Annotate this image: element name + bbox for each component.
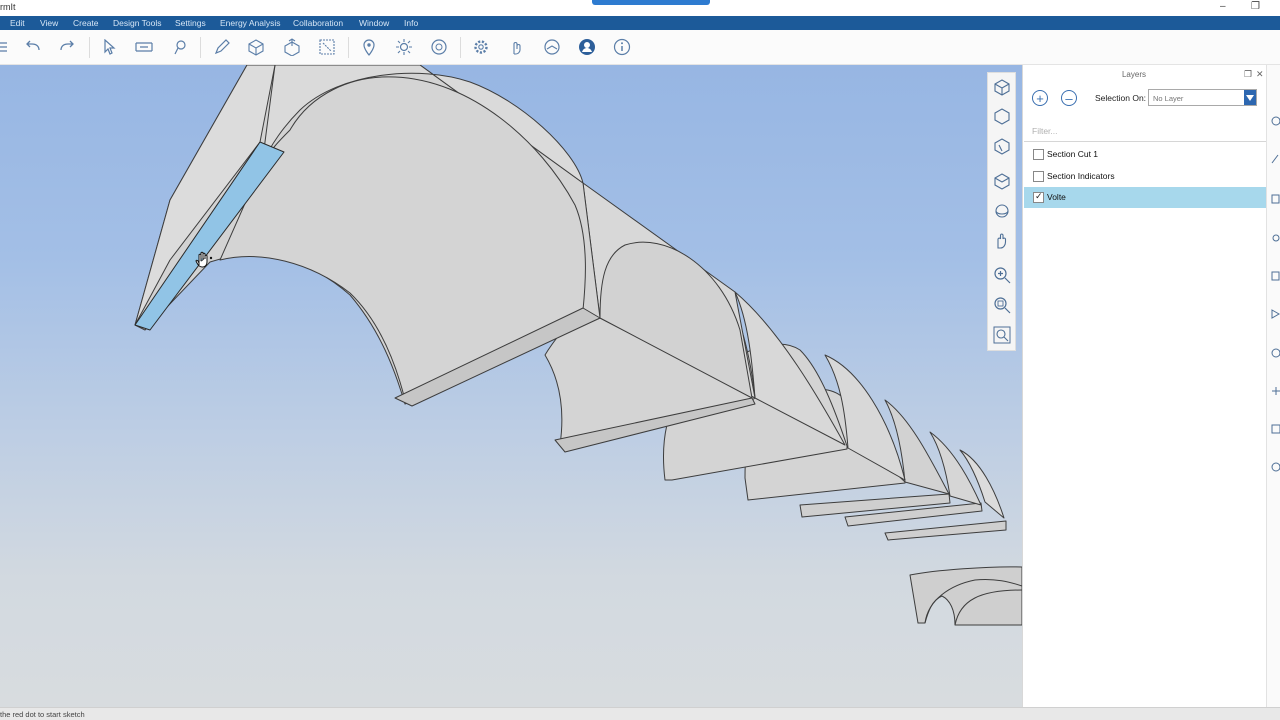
layer-row-selected[interactable]: Volte [1024, 187, 1266, 208]
toolbar-separator [200, 37, 201, 58]
status-hint: the red dot to start sketch [0, 710, 85, 719]
layers-panel-title: Layers [1121, 70, 1146, 79]
filter-placeholder: Filter... [1032, 126, 1058, 136]
menu-bar: Edit View Create Design Tools Settings E… [0, 16, 1280, 30]
layer-row[interactable]: Section Cut 1 [1024, 144, 1266, 165]
main-toolbar [0, 30, 1280, 65]
toolbar-separator [460, 37, 461, 58]
panel-tab-icon[interactable] [1270, 153, 1280, 165]
menu-settings[interactable]: Settings [175, 18, 206, 28]
cube-iso-icon[interactable] [992, 106, 1012, 126]
title-bar: rmIt – ❐ [0, 0, 1280, 16]
layer-visibility-checkbox[interactable] [1033, 171, 1044, 182]
cube-section-icon[interactable] [992, 136, 1012, 156]
extrude-icon[interactable] [281, 37, 303, 57]
pencil-icon[interactable] [211, 37, 233, 57]
zoom-window-icon[interactable] [992, 295, 1012, 315]
menu-design-tools[interactable]: Design Tools [113, 18, 162, 28]
menu-icon[interactable] [0, 37, 14, 57]
layers-panel: Layers ❐ ✕ + – Selection On: No Layer Fi… [1022, 65, 1267, 707]
toolbar-separator [348, 37, 349, 58]
panel-tab-icon[interactable] [1270, 232, 1280, 244]
layer-filter-input[interactable]: Filter... [1024, 120, 1266, 142]
vault-model[interactable] [0, 65, 1022, 707]
panel-tab-icon[interactable] [1270, 115, 1280, 127]
account-icon[interactable] [576, 37, 598, 57]
app-title: rmIt [0, 2, 16, 12]
3d-settings-icon[interactable] [428, 37, 450, 57]
info-icon[interactable] [611, 37, 633, 57]
menu-view[interactable]: View [40, 18, 58, 28]
gear-icon[interactable] [470, 37, 492, 57]
layer-visibility-checkbox[interactable] [1033, 149, 1044, 160]
zoom-in-icon[interactable] [992, 265, 1012, 285]
panel-tab-icon[interactable] [1270, 461, 1280, 473]
menu-window[interactable]: Window [359, 18, 389, 28]
menu-create[interactable]: Create [73, 18, 99, 28]
menu-collaboration[interactable]: Collaboration [293, 18, 343, 28]
measure-icon[interactable] [133, 37, 155, 57]
panel-tab-icon[interactable] [1270, 193, 1280, 205]
cube-top-icon[interactable] [992, 77, 1012, 97]
minimize-icon[interactable]: – [1220, 1, 1226, 12]
sun-icon[interactable] [393, 37, 415, 57]
panel-tab-icon[interactable] [1270, 270, 1280, 282]
push-pull-icon[interactable] [245, 37, 267, 57]
vault-segment-far [884, 520, 1007, 541]
toolbar-separator [89, 37, 90, 58]
view-tools-strip [987, 72, 1016, 351]
app-window: rmIt – ❐ Edit View Create Design Tools S… [0, 0, 1280, 720]
chevron-down-icon[interactable] [1244, 90, 1256, 105]
select-icon[interactable] [98, 37, 120, 57]
redo-icon[interactable] [56, 37, 78, 57]
panel-tab-icon[interactable] [1270, 347, 1280, 359]
panel-tab-icon[interactable] [1270, 308, 1280, 320]
selection-on-label: Selection On: [1095, 93, 1147, 103]
right-panel-tabs [1266, 65, 1280, 707]
menu-info[interactable]: Info [404, 18, 418, 28]
menu-energy-analysis[interactable]: Energy Analysis [220, 18, 280, 28]
selection-layer-dropdown[interactable]: No Layer [1148, 89, 1257, 106]
layer-row[interactable]: Section Indicators [1024, 166, 1266, 187]
zoom-extents-icon[interactable] [992, 325, 1012, 345]
status-bar: the red dot to start sketch [0, 707, 1280, 720]
panel-tab-icon[interactable] [1270, 385, 1280, 397]
layer-name: Section Indicators [1047, 171, 1115, 181]
layer-name: Section Cut 1 [1047, 149, 1099, 159]
panel-tab-icon[interactable] [1270, 423, 1280, 435]
menu-edit[interactable]: Edit [10, 18, 25, 28]
transform-icon[interactable] [316, 37, 338, 57]
3d-viewport[interactable] [0, 65, 1022, 707]
ribbon-accent-tab[interactable] [592, 0, 710, 5]
remove-layer-button[interactable]: – [1061, 90, 1077, 106]
location-pin-icon[interactable] [358, 37, 380, 57]
undock-icon[interactable]: ❐ [1244, 69, 1252, 80]
close-icon[interactable]: ✕ [1256, 69, 1264, 80]
layer-name: Volte [1047, 192, 1066, 202]
orbit-icon[interactable] [992, 201, 1012, 221]
perspective-icon[interactable] [992, 171, 1012, 191]
selection-layer-value: No Layer [1153, 94, 1184, 103]
add-layer-button[interactable]: + [1032, 90, 1048, 106]
layer-visibility-checkbox[interactable] [1033, 191, 1044, 203]
undo-icon[interactable] [22, 37, 44, 57]
pan-icon[interactable] [992, 231, 1012, 251]
gesture-icon[interactable] [505, 37, 527, 57]
share-icon[interactable] [541, 37, 563, 57]
layers-panel-header: Layers ❐ ✕ [1023, 67, 1267, 81]
restore-icon[interactable]: ❐ [1251, 1, 1260, 12]
paint-bucket-icon[interactable] [169, 37, 191, 57]
